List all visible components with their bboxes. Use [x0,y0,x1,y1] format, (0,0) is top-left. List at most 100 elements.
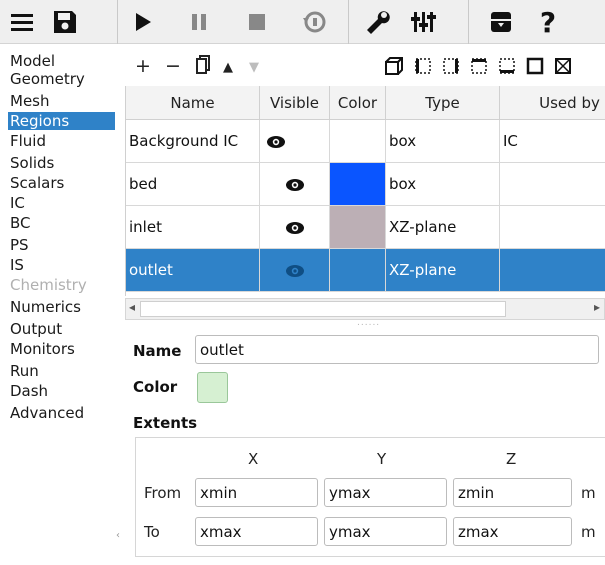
from-unit: m [581,484,596,502]
color-cell[interactable] [330,249,386,292]
sidebar-item-chemistry[interactable]: Chemistry [10,276,117,294]
sidebar-item-ic[interactable]: IC [10,194,117,212]
reset-button[interactable] [296,4,332,40]
regions-table: Name Visible Color Type Used by Backgrou… [125,86,605,296]
duplicate-region-button[interactable] [195,54,211,78]
stop-button[interactable] [240,4,274,40]
region-name-input[interactable] [195,335,599,364]
help-button[interactable]: ? [530,4,566,40]
run-button[interactable] [126,4,160,40]
sidebar-item-numerics[interactable]: Numerics [10,298,117,316]
eye-icon [266,135,285,148]
sidebar-item-ps[interactable]: PS [10,236,117,254]
type-cell[interactable]: XZ-plane [386,206,500,249]
cube-back-icon [443,58,459,74]
column-header-visible[interactable]: Visible [260,86,330,120]
visible-toggle[interactable] [260,120,330,163]
y-to-input[interactable] [324,517,447,546]
axis-header-z: Z [506,450,517,468]
color-cell[interactable] [330,163,386,206]
cube-front-icon [415,58,431,74]
scroll-right-arrow-icon[interactable]: ▸ [594,300,600,314]
sliders-icon [411,12,436,32]
add-region-button[interactable]: + [135,56,151,76]
sidebar-item-solids[interactable]: Solids [10,154,117,172]
scrollbar-thumb[interactable] [140,301,506,317]
visible-toggle[interactable] [260,163,330,206]
y-from-input[interactable] [324,478,447,507]
column-header-color[interactable]: Color [330,86,386,120]
save-icon [54,11,76,33]
color-cell[interactable] [330,120,386,163]
sidebar-item-fluid[interactable]: Fluid [10,132,117,150]
splitter-handle[interactable]: ‹ [116,530,120,541]
sidebar-item-run[interactable]: Run [10,362,117,380]
view-right-button[interactable] [525,56,545,80]
sidebar-item-monitors[interactable]: Monitors [10,340,117,358]
view-top-button[interactable] [469,56,489,80]
eye-icon [285,221,304,234]
x-to-input[interactable] [195,517,318,546]
settings-button[interactable] [360,4,394,40]
visible-toggle[interactable] [260,249,330,292]
column-header-type[interactable]: Type [386,86,500,120]
wrench-icon [367,11,390,34]
save-button[interactable] [48,4,82,40]
type-cell[interactable]: XZ-plane [386,249,500,292]
sidebar-item-regions[interactable]: Regions [8,112,115,130]
extents-label: Extents [133,414,198,432]
z-from-input[interactable] [453,478,572,507]
extents-group: X Y Z From m To m [135,437,605,557]
color-label: Color [133,378,178,396]
splitter-grip[interactable]: ...... [357,318,380,328]
sidebar-item-geometry[interactable]: Geometry [10,70,117,88]
view-front-button[interactable] [413,56,433,80]
move-down-button[interactable]: ▼ [249,58,259,78]
region-name-cell[interactable]: outlet [126,249,260,292]
table-horizontal-scrollbar[interactable]: ◂ ▸ [125,298,605,320]
toolbar-separator [348,0,349,44]
region-toolbar: + − ▲ ▼ [121,48,605,84]
sidebar-item-mesh[interactable]: Mesh [10,92,117,110]
view-bottom-button[interactable] [497,56,517,80]
output-button[interactable] [484,4,518,40]
used-by-cell[interactable] [500,163,605,206]
scroll-left-arrow-icon[interactable]: ◂ [129,300,135,314]
menu-button[interactable] [6,4,38,40]
cube-left-icon [555,58,571,74]
region-name-cell[interactable]: bed [126,163,260,206]
used-by-cell[interactable]: IC [500,120,605,163]
sidebar-item-dash[interactable]: Dash [10,382,117,400]
used-by-cell[interactable] [500,206,605,249]
sidebar-item-bc[interactable]: BC [10,214,117,232]
toolbar-separator [117,0,118,44]
axis-header-x: X [248,450,259,468]
sidebar-item-output[interactable]: Output [10,320,117,338]
type-cell[interactable]: box [386,120,500,163]
sidebar-item-advanced[interactable]: Advanced [10,404,117,422]
from-label: From [144,484,182,502]
used-by-cell[interactable] [500,249,605,292]
sidebar-item-scalars[interactable]: Scalars [10,174,117,192]
region-name-cell[interactable]: inlet [126,206,260,249]
view-back-button[interactable] [441,56,461,80]
move-up-button[interactable]: ▲ [223,58,233,78]
remove-region-button[interactable]: − [165,56,181,76]
column-header-used-by[interactable]: Used by [500,86,605,120]
color-cell[interactable] [330,206,386,249]
sidebar-item-is[interactable]: IS [10,256,117,274]
sidebar-item-model[interactable]: Model [10,52,117,70]
visible-toggle[interactable] [260,206,330,249]
sidebar: Model Geometry Mesh Regions Fluid Solids Scala… [0,44,117,565]
type-cell[interactable]: box [386,163,500,206]
z-to-input[interactable] [453,517,572,546]
x-from-input[interactable] [195,478,318,507]
pause-button[interactable] [182,4,216,40]
view-iso-button[interactable] [384,56,404,80]
view-left-button[interactable] [553,56,573,80]
help-icon: ? [539,5,557,39]
color-picker-button[interactable] [197,372,228,403]
region-name-cell[interactable]: Background IC [126,120,260,163]
column-header-name[interactable]: Name [126,86,260,120]
parameters-button[interactable] [406,4,440,40]
